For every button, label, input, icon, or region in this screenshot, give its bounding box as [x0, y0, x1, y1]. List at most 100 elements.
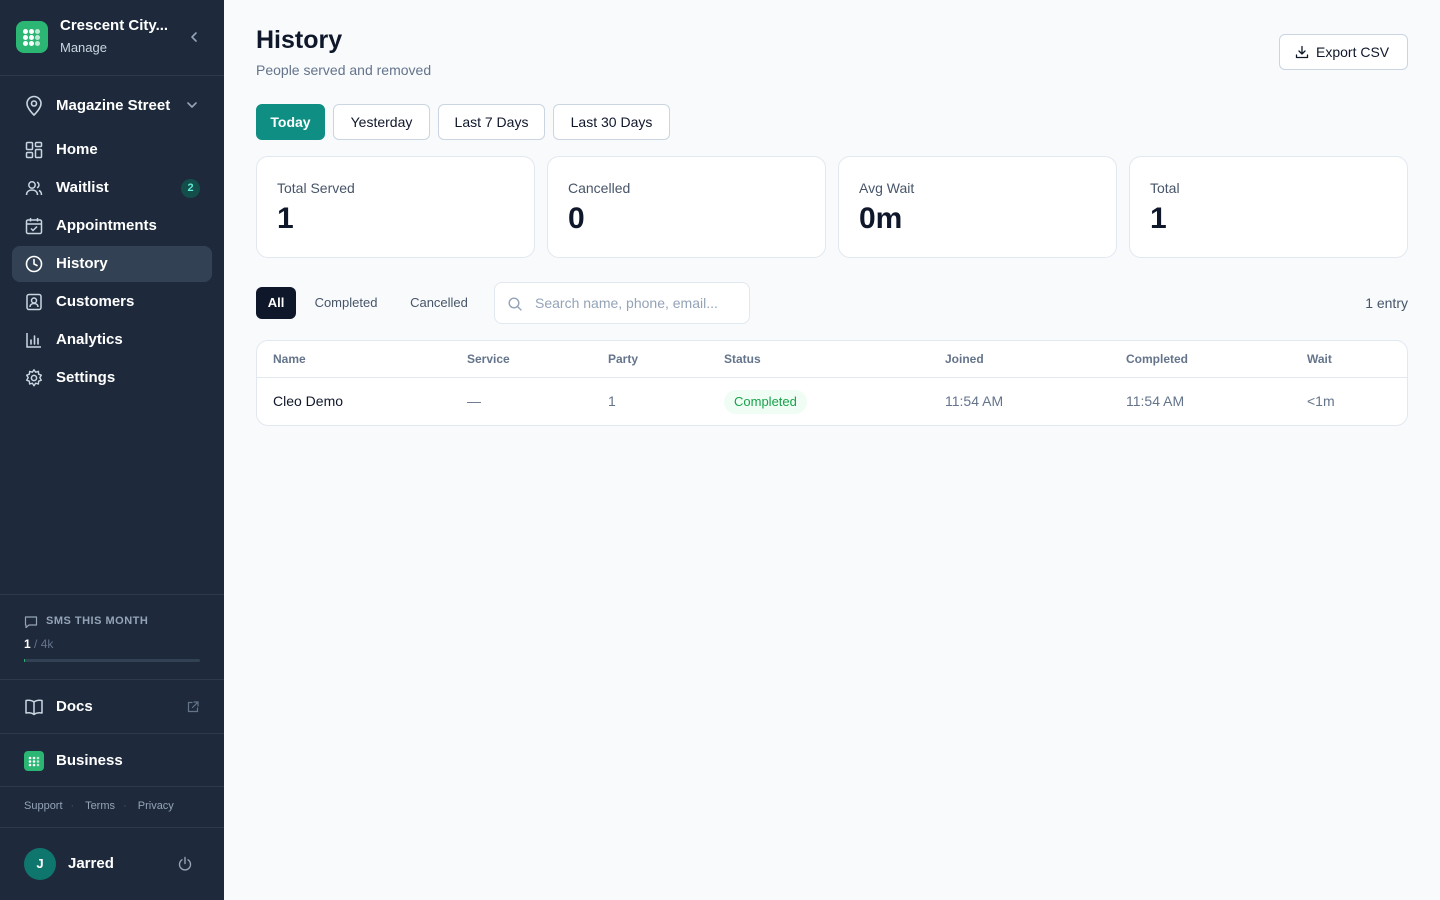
waitlist-count-badge: 2	[181, 179, 200, 198]
support-link[interactable]: Support	[24, 800, 63, 812]
search-input[interactable]	[535, 292, 735, 314]
nav-settings[interactable]: Settings	[12, 360, 212, 396]
sms-usage: SMS THIS MONTH 1 / 4k	[0, 594, 224, 680]
stat-label: Total	[1150, 180, 1180, 196]
main-content: History People served and removed Export…	[224, 0, 1440, 900]
privacy-link[interactable]: Privacy	[138, 800, 174, 812]
stat-label: Total Served	[277, 180, 355, 196]
collapse-sidebar-button[interactable]	[184, 27, 204, 47]
table-header: Name Service Party Status Joined Complet…	[257, 341, 1407, 378]
nav-label: Waitlist	[56, 179, 109, 196]
column-header-status[interactable]: Status	[724, 352, 761, 366]
nav-customers[interactable]: Customers	[12, 284, 212, 320]
history-table: Name Service Party Status Joined Complet…	[256, 340, 1408, 426]
nav-history[interactable]: History	[12, 246, 212, 282]
stat-card-avg-wait: Avg Wait 0m	[838, 156, 1117, 258]
cell-wait: <1m	[1307, 393, 1335, 409]
stat-value: 1	[1150, 202, 1167, 235]
filter-tab-all[interactable]: All	[256, 287, 296, 319]
book-icon	[25, 699, 43, 716]
column-header-party[interactable]: Party	[608, 352, 638, 366]
business-label: Business	[56, 752, 123, 769]
business-logo	[24, 751, 44, 771]
gear-icon	[26, 369, 42, 387]
stat-label: Avg Wait	[859, 180, 915, 196]
nav-home[interactable]: Home	[12, 132, 212, 168]
cell-service: —	[467, 393, 481, 409]
stat-label: Cancelled	[568, 180, 631, 196]
range-last-7-days-button[interactable]: Last 7 Days	[438, 104, 545, 140]
search-box	[494, 282, 750, 324]
nav-label: Home	[56, 141, 98, 158]
divider	[0, 827, 224, 828]
map-pin-icon	[26, 95, 42, 117]
avatar: J	[24, 848, 56, 880]
column-header-completed[interactable]: Completed	[1126, 352, 1188, 366]
docs-link[interactable]: Docs	[0, 680, 224, 734]
download-icon	[1295, 45, 1309, 59]
power-icon[interactable]	[177, 856, 193, 872]
bar-chart-icon	[26, 333, 41, 348]
users-icon	[25, 181, 43, 196]
range-last-30-days-button[interactable]: Last 30 Days	[553, 104, 670, 140]
nav-analytics[interactable]: Analytics	[12, 322, 212, 358]
sms-count: 1 / 4k	[24, 637, 53, 651]
sidebar: Crescent City... Manage Magazine Street …	[0, 0, 224, 900]
brand-name: Crescent City...	[60, 17, 169, 34]
nav-label: Customers	[56, 293, 135, 310]
cell-completed: 11:54 AM	[1126, 393, 1185, 409]
search-icon	[508, 297, 522, 311]
cell-joined: 11:54 AM	[945, 393, 1004, 409]
stat-value: 0	[568, 202, 585, 235]
range-today-button[interactable]: Today	[256, 104, 325, 140]
page-title: History	[256, 26, 343, 54]
external-link-icon	[187, 701, 199, 713]
cell-party: 1	[608, 393, 616, 409]
stat-value: 0m	[859, 202, 903, 235]
filter-tab-completed[interactable]: Completed	[304, 287, 388, 319]
column-header-name[interactable]: Name	[273, 352, 306, 366]
nav-label: History	[56, 255, 108, 272]
nav-label: Settings	[56, 369, 116, 386]
filter-tab-cancelled[interactable]: Cancelled	[396, 287, 482, 319]
sms-progress-bar	[24, 659, 200, 662]
terms-link[interactable]: Terms	[85, 800, 115, 812]
sms-used: 1	[24, 637, 31, 651]
calendar-icon	[25, 218, 43, 235]
stat-value: 1	[277, 202, 294, 235]
user-name: Jarred	[68, 855, 114, 872]
footer-links: Support · Terms · Privacy	[24, 800, 174, 812]
location-selector[interactable]: Magazine Street	[12, 88, 212, 124]
brand-subtitle: Manage	[60, 40, 107, 55]
stat-card-total: Total 1	[1129, 156, 1408, 258]
page-subtitle: People served and removed	[256, 62, 432, 78]
business-link[interactable]: Business	[0, 734, 224, 787]
location-name: Magazine Street	[56, 97, 171, 114]
user-profile[interactable]: J Jarred	[24, 848, 204, 880]
entry-count: 1 entry	[1365, 295, 1408, 311]
docs-label: Docs	[56, 698, 93, 715]
sms-progress-fill	[24, 659, 25, 662]
brand-logo	[16, 21, 48, 53]
export-csv-button[interactable]: Export CSV	[1279, 34, 1408, 70]
clock-icon	[25, 255, 43, 273]
sms-title: SMS THIS MONTH	[46, 615, 149, 627]
export-csv-label: Export CSV	[1316, 44, 1390, 60]
brand-header: Crescent City... Manage	[0, 0, 224, 76]
chevron-down-icon	[187, 102, 197, 108]
stat-card-cancelled: Cancelled 0	[547, 156, 826, 258]
grid-icon	[25, 141, 43, 159]
nav-waitlist[interactable]: Waitlist 2	[12, 170, 212, 206]
nav-appointments[interactable]: Appointments	[12, 208, 212, 244]
column-header-service[interactable]: Service	[467, 352, 510, 366]
sms-limit: / 4k	[34, 637, 54, 651]
stat-card-total-served: Total Served 1	[256, 156, 535, 258]
nav-label: Appointments	[56, 217, 157, 234]
range-yesterday-button[interactable]: Yesterday	[333, 104, 430, 140]
table-row[interactable]: Cleo Demo — 1 Completed 11:54 AM 11:54 A…	[257, 378, 1407, 425]
column-header-joined[interactable]: Joined	[945, 352, 984, 366]
status-badge: Completed	[724, 390, 807, 414]
nav-label: Analytics	[56, 331, 123, 348]
chevron-left-icon	[191, 32, 197, 42]
column-header-wait[interactable]: Wait	[1307, 352, 1332, 366]
